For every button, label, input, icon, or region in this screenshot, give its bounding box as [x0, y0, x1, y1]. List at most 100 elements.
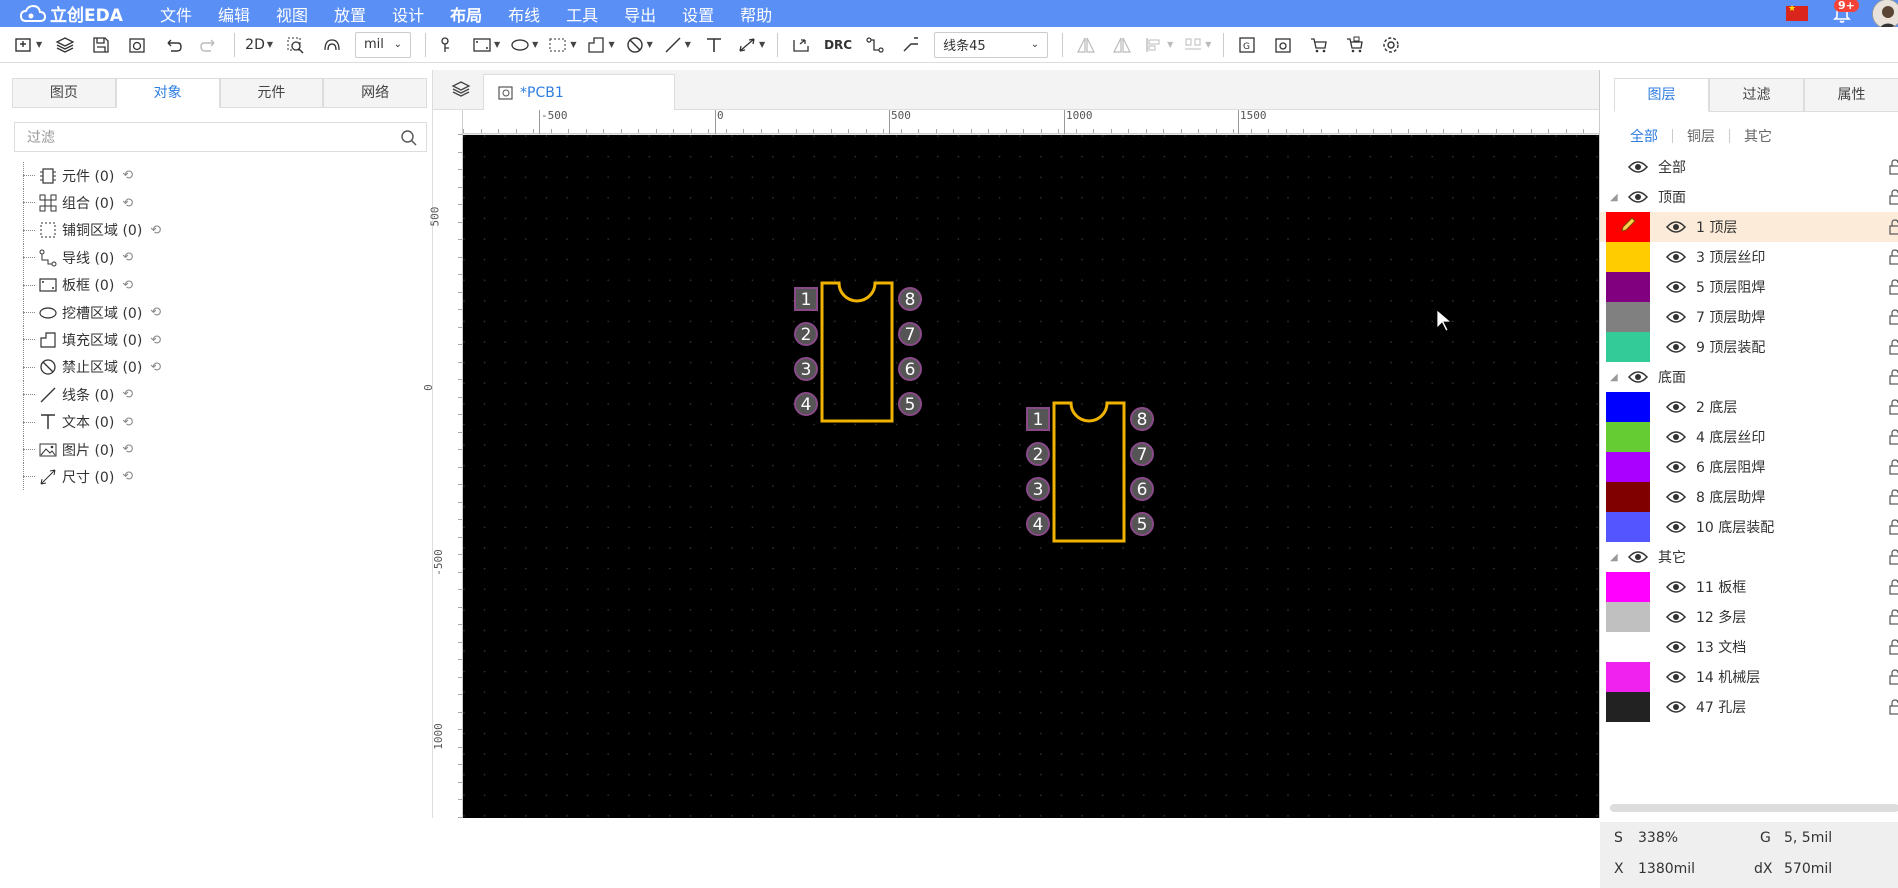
layer-color-swatch[interactable]	[1606, 392, 1650, 422]
text-tool[interactable]	[701, 31, 727, 59]
eye-icon[interactable]	[1666, 429, 1688, 445]
layer-row[interactable]: 11 板框	[1600, 572, 1898, 602]
refresh-icon[interactable]: ⟲	[150, 333, 161, 348]
pad[interactable]: 7	[1130, 442, 1154, 466]
lock-icon[interactable]	[1889, 669, 1898, 689]
board-outline-tool[interactable]: ▼	[472, 31, 500, 59]
eye-icon[interactable]	[1628, 159, 1650, 175]
lock-icon[interactable]	[1889, 189, 1898, 209]
layer-stack-icon[interactable]	[451, 80, 471, 100]
menu-item[interactable]: 工具	[566, 2, 598, 26]
layer-row[interactable]: 14 机械层	[1600, 662, 1898, 692]
layer-color-swatch[interactable]	[1606, 512, 1650, 542]
pad[interactable]: 3	[794, 357, 818, 381]
pcb-order-button[interactable]	[1270, 31, 1296, 59]
layer-row[interactable]: 5 顶层阻焊	[1600, 272, 1898, 302]
refresh-icon[interactable]: ⟲	[122, 196, 133, 211]
left-tab[interactable]: 网络	[323, 78, 427, 108]
align-button[interactable]: ▼	[1145, 31, 1173, 59]
collapse-caret-icon[interactable]: ◢	[1610, 552, 1622, 563]
import-changes-button[interactable]	[788, 31, 814, 59]
layer-color-swatch[interactable]	[1606, 632, 1650, 662]
menu-item[interactable]: 布线	[508, 2, 540, 26]
layer-row[interactable]: 12 多层	[1600, 602, 1898, 632]
tree-item[interactable]: 导线 (0) ⟲	[20, 244, 161, 272]
tree-item[interactable]: 文本 (0) ⟲	[20, 408, 161, 436]
layer-group-row[interactable]: ◢ 其它	[1600, 542, 1898, 572]
smt-order-button[interactable]	[1342, 31, 1368, 59]
lock-icon[interactable]	[1889, 399, 1898, 419]
eye-icon[interactable]	[1666, 519, 1688, 535]
refresh-icon[interactable]: ⟲	[150, 305, 161, 320]
pad[interactable]: 4	[794, 392, 818, 416]
collapse-caret-icon[interactable]: ◢	[1610, 372, 1622, 383]
eye-icon[interactable]	[1666, 339, 1688, 355]
app-logo[interactable]: 立创EDA	[0, 0, 160, 27]
document-tab-pcb1[interactable]: *PCB1	[483, 74, 675, 110]
tree-item[interactable]: 板框 (0) ⟲	[20, 271, 161, 299]
right-tab[interactable]: 图层	[1614, 78, 1709, 112]
fill-area-tool[interactable]: ▼	[586, 31, 615, 59]
collapse-caret-icon[interactable]: ◢	[1610, 192, 1622, 203]
fit-view-button[interactable]	[319, 31, 345, 59]
left-tab[interactable]: 对象	[115, 78, 220, 108]
pad[interactable]: 5	[1130, 512, 1154, 536]
right-tab[interactable]: 过滤	[1709, 78, 1804, 112]
eye-icon[interactable]	[1666, 459, 1688, 475]
pad[interactable]: 6	[1130, 477, 1154, 501]
drc-button[interactable]: DRC	[824, 31, 852, 59]
layer-all-row[interactable]: 全部	[1600, 152, 1898, 182]
layer-row[interactable]: 8 底层助焊	[1600, 482, 1898, 512]
layers-button[interactable]	[52, 31, 78, 59]
refresh-icon[interactable]: ⟲	[122, 415, 133, 430]
layer-group-row[interactable]: ◢ 底面	[1600, 362, 1898, 392]
layer-color-swatch[interactable]	[1606, 212, 1650, 242]
layer-row[interactable]: 2 底层	[1600, 392, 1898, 422]
lock-icon[interactable]	[1889, 279, 1898, 299]
lock-icon[interactable]	[1889, 249, 1898, 269]
pad[interactable]: 6	[898, 357, 922, 381]
layer-color-swatch[interactable]	[1606, 602, 1650, 632]
layer-color-swatch[interactable]	[1606, 662, 1650, 692]
layer-color-swatch[interactable]	[1606, 332, 1650, 362]
layer-color-swatch[interactable]	[1606, 572, 1650, 602]
pad[interactable]: 3	[1026, 477, 1050, 501]
refresh-icon[interactable]: ⟲	[122, 469, 133, 484]
refresh-icon[interactable]: ⟲	[150, 223, 161, 238]
eye-icon[interactable]	[1666, 639, 1688, 655]
menu-item[interactable]: 放置	[334, 2, 366, 26]
pad[interactable]: 8	[898, 287, 922, 311]
view-mode-dropdown[interactable]: 2D ▼	[245, 31, 273, 59]
eye-icon[interactable]	[1666, 279, 1688, 295]
flip-vertical-button[interactable]	[1109, 31, 1135, 59]
layer-row[interactable]: 1 顶层	[1600, 212, 1898, 242]
language-flag-icon[interactable]	[1786, 4, 1808, 21]
layer-row[interactable]: 7 顶层助焊	[1600, 302, 1898, 332]
layer-color-swatch[interactable]	[1606, 692, 1650, 722]
eye-icon[interactable]	[1666, 249, 1688, 265]
right-tab[interactable]: 属性	[1804, 78, 1898, 112]
unit-select[interactable]: mil ⌄	[355, 31, 411, 58]
layer-group-row[interactable]: ◢ 顶面	[1600, 182, 1898, 212]
tree-item[interactable]: 组合 (0) ⟲	[20, 189, 161, 217]
line-tool[interactable]: ▼	[663, 31, 691, 59]
tree-item[interactable]: 禁止区域 (0) ⟲	[20, 353, 161, 382]
layer-row[interactable]: 10 底层装配	[1600, 512, 1898, 542]
layer-row[interactable]: 3 顶层丝印	[1600, 242, 1898, 272]
refresh-icon[interactable]: ⟲	[150, 360, 161, 375]
refresh-icon[interactable]: ⟲	[122, 442, 133, 457]
new-file-button[interactable]: ▼	[14, 31, 42, 59]
lock-icon[interactable]	[1889, 579, 1898, 599]
notification-button[interactable]: 9+	[1828, 0, 1859, 27]
route-track-button[interactable]	[436, 31, 462, 59]
horizontal-scrollbar[interactable]	[1610, 804, 1898, 812]
pad[interactable]: 1	[1026, 407, 1050, 431]
lock-icon[interactable]	[1889, 459, 1898, 479]
menu-item[interactable]: 帮助	[740, 2, 772, 26]
refresh-icon[interactable]: ⟲	[122, 168, 133, 183]
flip-horizontal-button[interactable]	[1073, 31, 1099, 59]
layer-row[interactable]: 9 顶层装配	[1600, 332, 1898, 362]
tree-item[interactable]: 填充区域 (0) ⟲	[20, 326, 161, 354]
lock-icon[interactable]	[1889, 339, 1898, 359]
lock-icon[interactable]	[1889, 309, 1898, 329]
